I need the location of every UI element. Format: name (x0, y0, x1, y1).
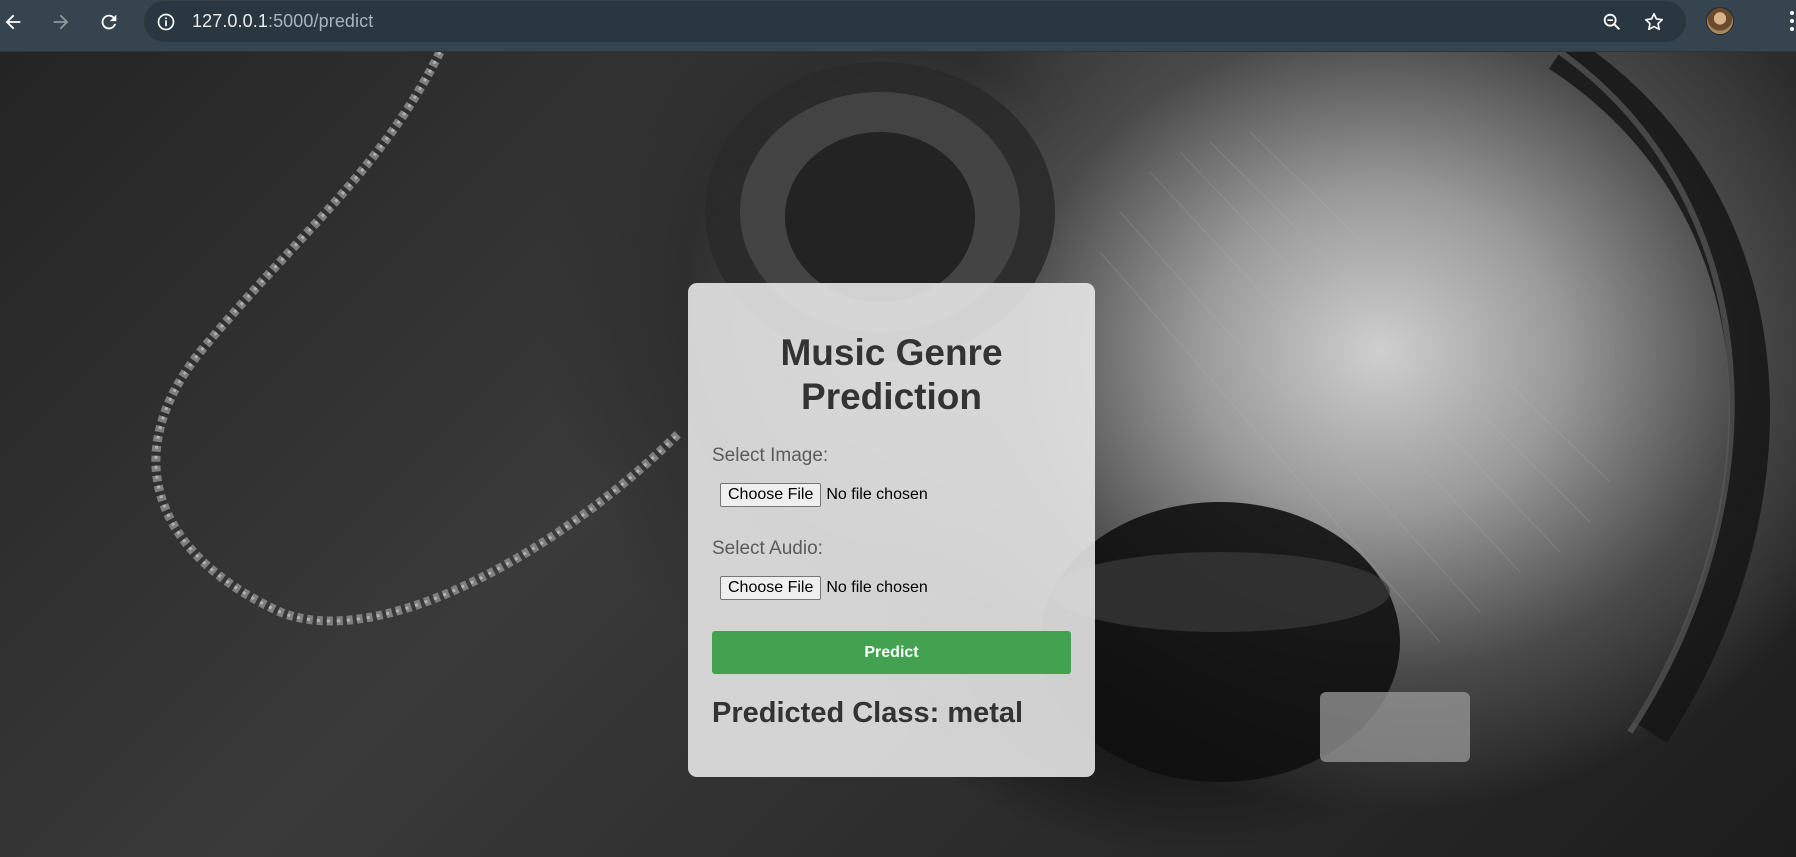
prediction-card: Music Genre Prediction Select Image: Cho… (688, 283, 1095, 777)
predict-button[interactable]: Predict (712, 631, 1071, 674)
audio-choose-file-button[interactable]: Choose File (720, 576, 822, 600)
image-file-status: No file chosen (826, 486, 928, 503)
audio-file-status: No file chosen (826, 579, 928, 596)
site-info-button[interactable] (154, 10, 177, 33)
zoom-icon (1603, 13, 1621, 31)
kebab-menu-icon[interactable] (1788, 7, 1796, 35)
predicted-class-result: Predicted Class: metal (712, 697, 1024, 729)
reload-icon (101, 14, 117, 30)
arrow-right-icon (53, 14, 69, 30)
back-button[interactable] (0, 6, 29, 38)
select-image-label: Select Image: (712, 445, 829, 466)
info-icon (157, 13, 174, 30)
url-host: 127.0.0.1 (192, 11, 268, 31)
image-file-input[interactable]: Choose File No file chosen (720, 483, 928, 507)
page-title: Music Genre Prediction (688, 331, 1095, 419)
star-icon (1644, 12, 1664, 31)
image-choose-file-button[interactable]: Choose File (720, 483, 822, 507)
address-bar[interactable]: 127.0.0.1:5000/predict (144, 1, 1686, 42)
zoom-button[interactable] (1598, 8, 1626, 36)
url-text[interactable]: 127.0.0.1:5000/predict (192, 11, 373, 32)
select-audio-label: Select Audio: (712, 538, 823, 559)
url-path: :5000/predict (267, 11, 374, 31)
page-background: Music Genre Prediction Select Image: Cho… (0, 52, 1796, 857)
page-title-text: Music Genre Prediction (780, 332, 1003, 417)
arrow-left-icon (5, 14, 21, 30)
profile-avatar[interactable] (1706, 7, 1734, 35)
reload-button[interactable] (93, 6, 125, 38)
browser-toolbar: 127.0.0.1:5000/predict (0, 0, 1796, 52)
forward-button[interactable] (45, 6, 77, 38)
audio-file-input[interactable]: Choose File No file chosen (720, 576, 928, 600)
bookmark-button[interactable] (1640, 8, 1668, 36)
